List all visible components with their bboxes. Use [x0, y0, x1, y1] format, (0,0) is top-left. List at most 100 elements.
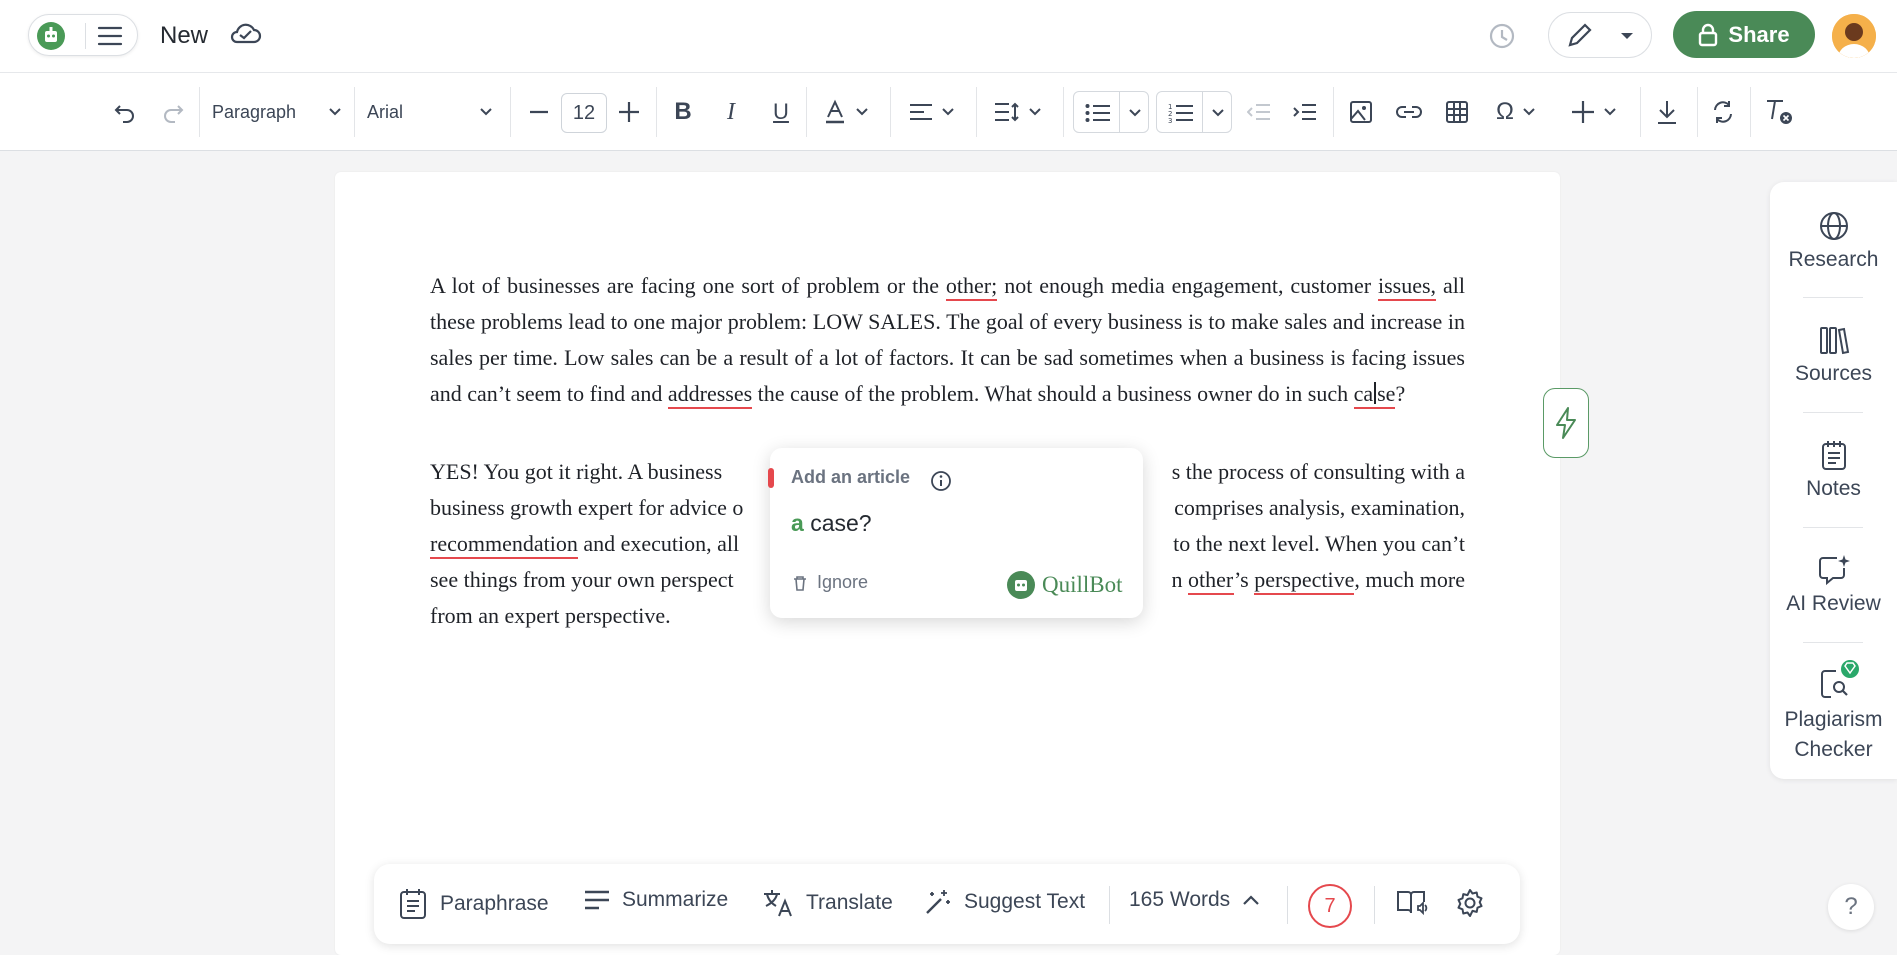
- pencil-icon: [1568, 23, 1592, 47]
- special-characters-dropdown[interactable]: Ω: [1488, 95, 1544, 129]
- insert-dropdown[interactable]: [1566, 95, 1622, 129]
- ai-review-label: AI Review: [1786, 592, 1881, 615]
- notes-button[interactable]: Notes: [1770, 439, 1897, 501]
- outdent-icon[interactable]: [1244, 95, 1274, 129]
- indent-icon[interactable]: [1290, 95, 1320, 129]
- text-segment: n: [1171, 567, 1183, 592]
- chevron-down-icon: [480, 108, 492, 116]
- hamburger-menu-icon[interactable]: [97, 25, 123, 52]
- flagged-word[interactable]: issues,: [1378, 273, 1437, 301]
- divider: [1119, 92, 1120, 132]
- chevron-down-icon: [856, 108, 868, 116]
- download-icon[interactable]: [1652, 95, 1682, 129]
- document-title[interactable]: New: [160, 22, 208, 50]
- divider: [890, 87, 891, 137]
- app-menu-pill[interactable]: [28, 14, 138, 56]
- globe-icon: [1819, 212, 1848, 240]
- word-count-toggle[interactable]: 165 Words: [1129, 888, 1260, 912]
- numbered-list-icon[interactable]: 123: [1163, 96, 1199, 130]
- divider: [510, 87, 511, 137]
- line-spacing-dropdown[interactable]: [990, 95, 1046, 129]
- insert-link-icon[interactable]: [1394, 95, 1424, 129]
- sparkle-chat-icon: [1818, 555, 1850, 586]
- plagiarism-checker-button[interactable]: Plagiarism Checker: [1770, 658, 1897, 762]
- brand-name: QuillBot: [1042, 572, 1123, 597]
- quillbot-logo-icon[interactable]: [37, 22, 65, 50]
- ignore-button[interactable]: Ignore: [791, 572, 868, 593]
- divider: [85, 23, 86, 49]
- flagged-word[interactable]: other: [1188, 567, 1235, 595]
- info-icon[interactable]: [930, 470, 952, 497]
- divider: [1109, 886, 1110, 924]
- share-button[interactable]: Share: [1673, 11, 1815, 58]
- editing-mode-dropdown[interactable]: [1548, 12, 1652, 58]
- flagged-word[interactable]: perspective: [1254, 567, 1355, 595]
- font-family-value: Arial: [367, 101, 404, 122]
- flagged-word[interactable]: other;: [945, 273, 998, 301]
- summarize-icon: [585, 890, 609, 910]
- divider: [1803, 527, 1863, 528]
- text-segment: YES! You got it right. A business: [430, 459, 723, 484]
- bullet-list-icon[interactable]: [1080, 96, 1116, 130]
- paragraph-1[interactable]: A lot of businesses are facing one sort …: [430, 268, 1465, 412]
- quick-suggestions-button[interactable]: [1543, 388, 1589, 458]
- magic-wand-icon: [926, 890, 950, 914]
- text-segment: much more: [1365, 567, 1465, 592]
- paragraph-style-dropdown[interactable]: Paragraph: [212, 95, 342, 129]
- redo-icon[interactable]: [158, 95, 188, 129]
- flagged-word[interactable]: addresses: [667, 381, 753, 409]
- align-dropdown[interactable]: [904, 95, 960, 129]
- divider: [1640, 87, 1641, 137]
- divider: [1750, 87, 1751, 137]
- align-left-icon: [910, 104, 932, 120]
- summarize-button[interactable]: Summarize: [584, 888, 728, 912]
- settings-gear-icon[interactable]: [1455, 888, 1485, 918]
- find-replace-icon[interactable]: [1708, 95, 1738, 129]
- flagged-word-active[interactable]: ca se: [1353, 381, 1396, 409]
- line-spacing-icon: [995, 102, 1019, 122]
- insert-image-icon[interactable]: [1346, 95, 1376, 129]
- divider: [1803, 297, 1863, 298]
- text-segment: to the next level. When you can’t: [1173, 531, 1465, 556]
- chevron-down-icon: [1029, 108, 1041, 116]
- translate-button[interactable]: Translate: [762, 888, 893, 918]
- ai-review-button[interactable]: AI Review: [1770, 554, 1897, 616]
- error-marker: [768, 468, 774, 488]
- decrease-font-size-icon[interactable]: [524, 95, 554, 129]
- text-color-dropdown[interactable]: [818, 95, 874, 129]
- help-button[interactable]: ?: [1828, 884, 1874, 930]
- chevron-down-icon: [1523, 108, 1535, 116]
- text-color-icon: [826, 99, 844, 124]
- undo-icon[interactable]: [110, 95, 140, 129]
- sources-label: Sources: [1794, 362, 1873, 385]
- insert-table-icon[interactable]: [1442, 95, 1472, 129]
- notes-label: Notes: [1806, 477, 1861, 500]
- font-family-dropdown[interactable]: Arial: [367, 95, 493, 129]
- divider: [354, 87, 355, 137]
- increase-font-size-icon[interactable]: [614, 95, 644, 129]
- text-segment: and execution, all: [583, 531, 740, 556]
- translate-label: Translate: [806, 891, 893, 914]
- bold-icon[interactable]: B: [668, 95, 698, 129]
- suggestion-accept-button[interactable]: a case?: [791, 510, 872, 537]
- share-label: Share: [1728, 21, 1790, 47]
- chevron-down-icon: [942, 108, 954, 116]
- read-aloud-icon[interactable]: [1396, 888, 1428, 916]
- sources-button[interactable]: Sources: [1770, 324, 1897, 386]
- issue-count-badge[interactable]: 7: [1308, 884, 1352, 928]
- trash-icon: [794, 575, 806, 591]
- flagged-word[interactable]: recommendation: [430, 531, 578, 559]
- italic-icon[interactable]: I: [716, 95, 746, 129]
- clear-formatting-icon[interactable]: [1762, 95, 1796, 129]
- user-avatar[interactable]: [1832, 14, 1876, 58]
- chevron-down-icon[interactable]: [1207, 96, 1229, 130]
- chevron-down-icon[interactable]: [1124, 96, 1146, 130]
- summarize-label: Summarize: [622, 888, 729, 911]
- right-tools-panel: Research Sources Notes AI Review Plagiar…: [1770, 182, 1897, 779]
- underline-icon[interactable]: U: [766, 95, 796, 129]
- research-button[interactable]: Research: [1770, 210, 1897, 272]
- suggest-text-button[interactable]: Suggest Text: [924, 888, 1085, 916]
- font-size-input[interactable]: 12: [561, 93, 607, 133]
- paraphrase-button[interactable]: Paraphrase: [398, 888, 549, 920]
- version-history-icon[interactable]: [1486, 20, 1518, 57]
